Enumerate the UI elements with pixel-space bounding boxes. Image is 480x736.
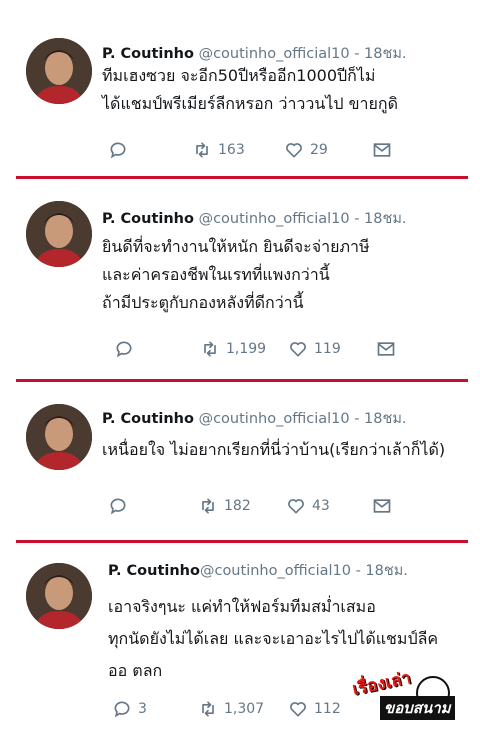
retweet-button[interactable]: 1,199 (200, 337, 266, 361)
reply-button[interactable] (114, 337, 140, 361)
reply-button[interactable] (108, 138, 134, 162)
username[interactable]: @coutinho_official10 (199, 411, 350, 427)
envelope-icon (377, 342, 395, 356)
timestamp[interactable]: - 18ชม. (354, 46, 406, 62)
tweet-header: P. Coutinho@coutinho_official10 - 18ชม. (108, 559, 408, 582)
retweet-button[interactable]: 163 (192, 138, 245, 162)
display-name[interactable]: P. Coutinho (102, 46, 194, 62)
profile-photo (26, 563, 92, 629)
timestamp[interactable]: - 18ชม. (354, 211, 406, 227)
tweet-3[interactable]: P. Coutinho @coutinho_official10 - 18ชม.… (0, 382, 480, 540)
envelope-icon (373, 143, 391, 157)
retweet-icon (202, 701, 214, 717)
like-button[interactable]: 112 (288, 697, 341, 721)
profile-photo (26, 404, 92, 470)
envelope-icon (373, 499, 391, 513)
watermark-line2: ขอบสนาม (380, 696, 455, 720)
heart-icon (290, 702, 306, 717)
tweet-text-line: ทุกนัดยังไม่ได้เลย และจะเอาอะไรไปได้แชมป… (108, 629, 439, 648)
tweet-header: P. Coutinho @coutinho_official10 - 18ชม. (102, 407, 407, 430)
like-button[interactable]: 43 (286, 494, 330, 518)
tweet-actions: 182 43 (108, 494, 408, 518)
tweet-text-line: ยินดีที่จะทำงานให้หนัก ยินดีจะจ่ายภาษี (102, 237, 370, 256)
tweet-text: ยินดีที่จะทำงานให้หนัก ยินดีจะจ่ายภาษี แ… (102, 233, 462, 317)
display-name[interactable]: P. Coutinho (102, 211, 194, 227)
reply-count: 3 (138, 701, 147, 717)
like-count: 29 (310, 142, 328, 158)
tweet-text-line: ถ้ามีประตูกับกองหลังที่ดีกว่านี้ (102, 293, 304, 312)
tweet-actions: 1,199 119 (108, 337, 408, 361)
tweet-text: ทีมเฮงซวย จะอีก50ปีหรืออีก1000ปีก็ไม่ ได… (102, 62, 462, 118)
like-count: 119 (314, 341, 341, 357)
display-name[interactable]: P. Coutinho (108, 563, 200, 579)
retweet-button[interactable]: 182 (198, 494, 251, 518)
reply-icon (114, 701, 130, 718)
retweet-button[interactable]: 1,307 (198, 697, 264, 721)
tweet-text-line: เอาจริงๆนะ แค่ทำให้ฟอร์มทีมสม่ำเสมอ (108, 597, 376, 616)
dm-button[interactable] (376, 337, 396, 361)
reply-icon (110, 498, 126, 515)
reply-icon (110, 142, 126, 159)
dm-button[interactable] (372, 494, 392, 518)
like-count: 112 (314, 701, 341, 717)
retweet-icon (196, 142, 208, 158)
like-count: 43 (312, 498, 330, 514)
retweet-icon (202, 498, 214, 514)
heart-icon (286, 143, 302, 158)
tweet-text-line: เหนื่อยใจ ไม่อยากเรียกที่นี่ว่าบ้าน(เรีย… (102, 440, 446, 459)
username[interactable]: @coutinho_official10 (199, 46, 350, 62)
username[interactable]: @coutinho_official10 (199, 211, 350, 227)
tweet-header: P. Coutinho @coutinho_official10 - 18ชม. (102, 207, 407, 230)
tweet-actions: 163 29 (108, 138, 408, 162)
tweet-text: เหนื่อยใจ ไม่อยากเรียกที่นี่ว่าบ้าน(เรีย… (102, 436, 462, 464)
dm-button[interactable] (372, 138, 392, 162)
avatar[interactable] (26, 563, 92, 629)
username[interactable]: @coutinho_official10 (200, 563, 351, 579)
retweet-count: 163 (218, 142, 245, 158)
retweet-count: 182 (224, 498, 251, 514)
display-name[interactable]: P. Coutinho (102, 411, 194, 427)
avatar[interactable] (26, 404, 92, 470)
reply-icon (116, 341, 132, 358)
tweet-1[interactable]: P. Coutinho @coutinho_official10 - 18ชม.… (0, 0, 480, 176)
timestamp[interactable]: - 18ชม. (356, 563, 408, 579)
retweet-count: 1,199 (226, 341, 267, 357)
retweet-icon (204, 341, 216, 357)
tweet-text-line: ได้แชมป์พรีเมียร์ลีกหรอก ว่าววนไป ขายกูด… (102, 94, 398, 113)
retweet-count: 1,307 (224, 701, 265, 717)
reply-button[interactable] (108, 494, 134, 518)
tweet-2[interactable]: P. Coutinho @coutinho_official10 - 18ชม.… (0, 179, 480, 379)
watermark-logo: เรื่องเล่า ขอบสนาม (346, 668, 474, 724)
heart-icon (288, 499, 304, 514)
profile-photo (26, 38, 92, 104)
tweet-text-line: และค่าครองชีพในเรทที่แพงกว่านี้ (102, 265, 330, 284)
profile-photo (26, 201, 92, 267)
tweet-text-line: ทีมเฮงซวย จะอีก50ปีหรืออีก1000ปีก็ไม่ (102, 66, 376, 85)
reply-button[interactable]: 3 (112, 697, 147, 721)
heart-icon (290, 342, 306, 357)
like-button[interactable]: 119 (288, 337, 341, 361)
avatar[interactable] (26, 38, 92, 104)
timestamp[interactable]: - 18ชม. (354, 411, 406, 427)
avatar[interactable] (26, 201, 92, 267)
like-button[interactable]: 29 (284, 138, 328, 162)
